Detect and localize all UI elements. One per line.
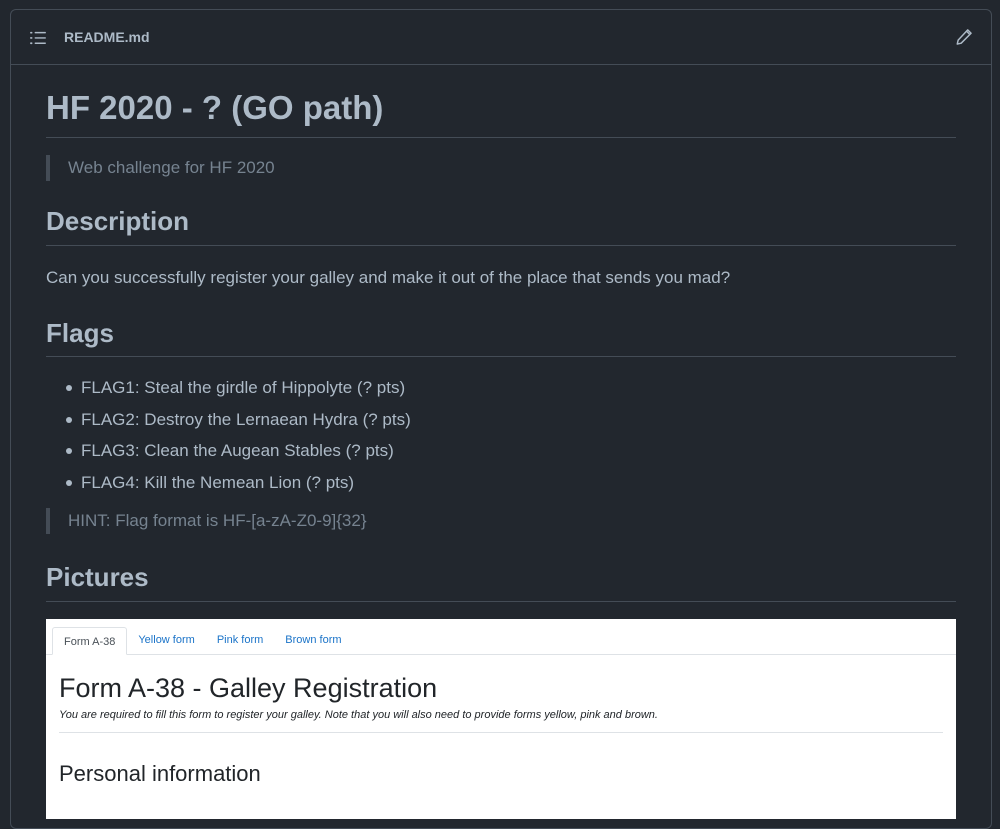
form-section-heading: Personal information: [59, 760, 261, 786]
tab-yellow-form[interactable]: Yellow form: [127, 626, 205, 654]
tab-pink-form[interactable]: Pink form: [206, 626, 274, 654]
readme-content: HF 2020 - ? (GO path) Web challenge for …: [11, 65, 991, 819]
description-heading: Description: [46, 205, 956, 246]
page-title: HF 2020 - ? (GO path): [46, 87, 956, 139]
form-body: Form A-38 - Galley Registration You are …: [46, 672, 956, 787]
readme-container: README.md HF 2020 - ? (GO path) Web chal…: [10, 9, 992, 829]
form-screenshot-image: Form A-38 Yellow form Pink form Brown fo…: [46, 618, 956, 819]
pictures-heading: Pictures: [46, 561, 956, 602]
form-title: Form A-38 - Galley Registration: [59, 672, 438, 703]
pencil-icon[interactable]: [955, 28, 973, 46]
flag-item: FLAG1: Steal the girdle of Hippolyte (? …: [66, 375, 956, 401]
tab-form-a38[interactable]: Form A-38: [52, 626, 128, 655]
flag-item: FLAG2: Destroy the Lernaean Hydra (? pts…: [66, 407, 956, 433]
flags-list: FLAG1: Steal the girdle of Hippolyte (? …: [46, 375, 956, 496]
flag-item: FLAG4: Kill the Nemean Lion (? pts): [66, 470, 956, 496]
readme-header: README.md: [11, 10, 991, 65]
form-subtitle: You are required to fill this form to re…: [59, 708, 658, 721]
flag-item: FLAG3: Clean the Augean Stables (? pts): [66, 438, 956, 464]
form-tabs: Form A-38 Yellow form Pink form Brown fo…: [46, 619, 956, 655]
form-divider: [59, 731, 943, 733]
tab-brown-form[interactable]: Brown form: [274, 626, 352, 654]
hint-blockquote: HINT: Flag format is HF-[a-zA-Z0-9]{32}: [46, 508, 956, 535]
readme-filename: README.md: [64, 29, 150, 45]
description-text: Can you successfully register your galle…: [46, 267, 731, 287]
tagline-blockquote: Web challenge for HF 2020: [46, 155, 956, 182]
flags-heading: Flags: [46, 317, 956, 358]
list-unordered-icon[interactable]: [29, 29, 47, 47]
